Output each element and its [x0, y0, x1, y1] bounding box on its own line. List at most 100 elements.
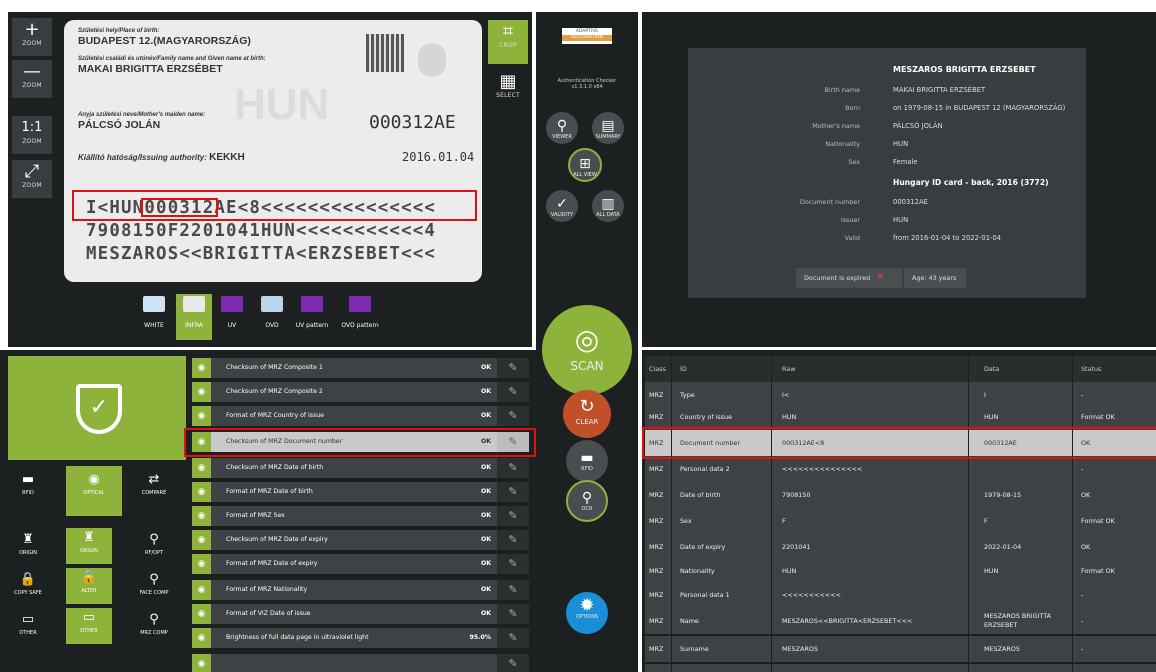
table-row[interactable]: MRZ Date of expiry 2201041 2022-01-04 OK	[645, 534, 1156, 560]
table-row[interactable]: MRZ Sex F F Format OK	[645, 508, 1156, 534]
light-tab-infra[interactable]: INFRA	[176, 294, 212, 340]
options-button[interactable]: ✹ OPTIONS	[566, 592, 608, 634]
summary-icon: ▤	[601, 118, 615, 134]
light-tab-white[interactable]: WHITE	[136, 294, 172, 340]
born-value: on 1979-08-15 in BUDAPEST 12 (MAGYARORSZ…	[893, 104, 1066, 112]
mother-name-value: PÁLCSÓ JOLÁN	[893, 122, 943, 130]
check-row[interactable]: ◉ Format of MRZ Nationality OK ✎	[192, 580, 529, 600]
check-row[interactable]: ◉ Format of MRZ Country of issue OK ✎	[192, 406, 529, 426]
app-window: + ZOOM — ZOOM 1:1 ZOOM ⤢ ZOOM ⌗ CROP ▦ SELECT …	[0, 0, 1156, 672]
zoom-fit-button[interactable]: ⤢ ZOOM	[12, 160, 52, 198]
edit-icon[interactable]: ✎	[497, 382, 529, 402]
table-row-partial[interactable]	[645, 664, 1156, 672]
check-highlight-box	[184, 428, 536, 457]
rfid-mode-button[interactable]: ▬ RFID	[8, 472, 48, 512]
edit-icon[interactable]: ✎	[497, 530, 529, 550]
infra-light-icon	[183, 296, 205, 312]
edit-icon[interactable]: ✎	[497, 604, 529, 624]
search-icon: ⚲	[149, 532, 159, 547]
check-row[interactable]: ◉ Format of VIZ Date of issue OK ✎	[192, 604, 529, 624]
table-header: Class ID Raw Data Status	[645, 356, 1156, 382]
rfid-icon: ▬	[580, 450, 594, 466]
eye-icon[interactable]: ◉	[192, 382, 211, 402]
alter-tool[interactable]: 🔒 ALTER	[66, 568, 112, 604]
card-document-number: 000312AE	[369, 112, 456, 133]
optical-mode-button[interactable]: ◉ OPTICAL	[66, 466, 122, 516]
edit-icon[interactable]: ✎	[497, 654, 529, 672]
mrz-comp-tool[interactable]: ⚲ MRZ COMP	[134, 612, 174, 642]
zoom-in-button[interactable]: + ZOOM	[12, 18, 52, 56]
edit-icon[interactable]: ✎	[497, 482, 529, 502]
check-row[interactable]: ◉ Checksum of MRZ Composite 1 OK ✎	[192, 358, 529, 378]
eye-icon[interactable]: ◉	[192, 358, 211, 378]
valid-label: Valid	[844, 234, 860, 242]
check-row[interactable]: ◉ Brightness of full data page in ultravi…	[192, 628, 529, 648]
rf-opt-tool[interactable]: ⚲ RF/OPT	[134, 532, 174, 562]
check-row[interactable]: ◉ Format of MRZ Date of expiry OK ✎	[192, 554, 529, 574]
table-row[interactable]: MRZ Personal data 2 <<<<<<<<<<<<<<< -	[645, 456, 1156, 482]
check-row[interactable]: ◉ Format of MRZ Date of birth OK ✎	[192, 482, 529, 502]
eye-icon[interactable]: ◉	[192, 530, 211, 550]
holder-name: MESZAROS BRIGITTA ERZSEBET	[893, 65, 1036, 74]
eye-icon[interactable]: ◉	[192, 604, 211, 624]
scan-button[interactable]: ◎ SCAN	[542, 305, 632, 395]
edit-icon[interactable]: ✎	[497, 628, 529, 648]
table-row[interactable]: MRZ Nationality HUN HUN Format OK	[645, 558, 1156, 584]
origin-tool-1[interactable]: ♜ ORIGIN	[8, 532, 48, 562]
other-tool-1[interactable]: ▭ OTHER	[8, 612, 48, 642]
compare-mode-button[interactable]: ⇄ COMPARE	[134, 472, 174, 512]
table-row[interactable]: MRZ Personal data 1 <<<<<<<<<<< -	[645, 582, 1156, 608]
check-row[interactable]: ◉ Checksum of MRZ Date of expiry OK ✎	[192, 530, 529, 550]
zoom-actual-button[interactable]: 1:1 ZOOM	[12, 116, 52, 154]
validity-button[interactable]: ✓ VALIDITY	[546, 190, 578, 222]
eye-icon[interactable]: ◉	[192, 406, 211, 426]
zoom-out-button[interactable]: — ZOOM	[12, 60, 52, 98]
eye-icon[interactable]: ◉	[192, 580, 211, 600]
eye-icon[interactable]: ◉	[192, 482, 211, 502]
eye-icon[interactable]: ◉	[192, 506, 211, 526]
eye-icon[interactable]: ◉	[192, 654, 211, 672]
clear-button[interactable]: ↻ CLEAR	[563, 390, 611, 438]
check-row[interactable]: ◉ Checksum of MRZ Composite 2 OK ✎	[192, 382, 529, 402]
eye-icon[interactable]: ◉	[192, 458, 211, 478]
light-tab-uv-pattern[interactable]: UV pattern	[290, 294, 334, 340]
table-row[interactable]: MRZ Date of birth 7908150 1979-08-15 OK	[645, 482, 1156, 508]
all-view-button[interactable]: ⊞ ALL VIEW	[568, 148, 602, 182]
ovd-pattern-icon	[349, 296, 371, 312]
table-row[interactable]: MRZ Surname MESZAROS MESZAROS -	[645, 636, 1156, 662]
birth-name-value: MAKAI BRIGITTA ERZSÉBET	[78, 63, 223, 75]
check-row[interactable]: ◉ Format of MRZ Sex OK ✎	[192, 506, 529, 526]
born-label: Born	[845, 104, 860, 112]
edit-icon[interactable]: ✎	[497, 554, 529, 574]
check-row-partial[interactable]: ◉ ✎	[192, 654, 529, 672]
light-tab-ovd[interactable]: OVD	[254, 294, 290, 340]
copy-safe-tool[interactable]: 🔒 COPY SAFE	[8, 572, 48, 602]
eye-icon[interactable]: ◉	[192, 554, 211, 574]
document-image[interactable]: Születési hely/Place of birth: BUDAPEST …	[64, 20, 482, 282]
white-light-icon	[143, 296, 165, 312]
document-number-highlight	[141, 198, 218, 217]
table-row[interactable]: MRZ Name MESZAROS<<BRIGITTA<ERZSEBET<<< MES…	[645, 608, 1156, 634]
edit-icon[interactable]: ✎	[497, 358, 529, 378]
eye-icon[interactable]: ◉	[192, 628, 211, 648]
edit-icon[interactable]: ✎	[497, 458, 529, 478]
light-tab-ovd-pattern[interactable]: OVD pattern	[336, 294, 384, 340]
edit-icon[interactable]: ✎	[497, 406, 529, 426]
other-tool-2[interactable]: ▭ OTHER	[66, 608, 112, 644]
select-button[interactable]: ▦ SELECT	[488, 70, 528, 114]
light-tab-uv[interactable]: UV	[214, 294, 250, 340]
grid-icon: ⊞	[579, 156, 591, 172]
summary-button[interactable]: ▤ SUMMARY	[592, 112, 624, 144]
check-row[interactable]: ◉ Checksum of MRZ Date of birth OK ✎	[192, 458, 529, 478]
crop-button[interactable]: ⌗ CROP	[488, 20, 528, 64]
edit-icon[interactable]: ✎	[497, 506, 529, 526]
face-comp-tool[interactable]: ⚲ FACE COMP	[134, 572, 174, 602]
viewer-button[interactable]: ⚲ VIEWER	[546, 112, 578, 144]
mrz-highlight-box	[72, 190, 477, 221]
rfid-button[interactable]: ▬ RFID	[566, 440, 608, 482]
edit-icon[interactable]: ✎	[497, 580, 529, 600]
origin-tool-2[interactable]: ♜ ORIGIN	[66, 528, 112, 564]
ocr-button[interactable]: ⚲ OCR	[566, 480, 608, 522]
actual-size-icon: 1:1	[21, 120, 43, 135]
all-data-button[interactable]: ▥ ALL DATA	[592, 190, 624, 222]
